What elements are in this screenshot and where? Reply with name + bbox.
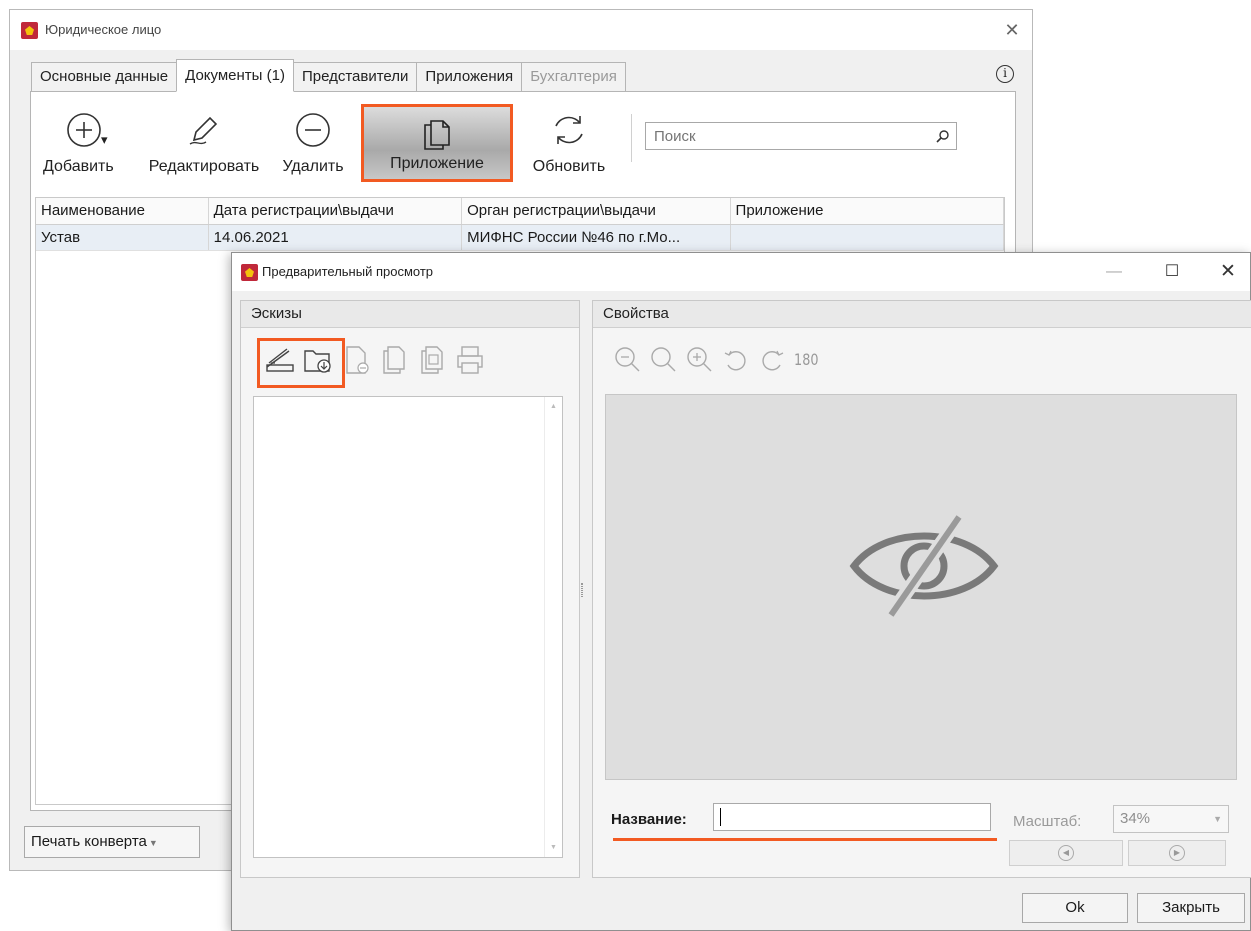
edit-label: Редактировать (148, 158, 260, 175)
toolbar: ▾ Добавить Редактировать Удалить Приложе… (39, 104, 999, 184)
app-logo-icon (21, 22, 38, 39)
toolbar-divider (631, 114, 632, 162)
tab-documents[interactable]: Документы (1) (176, 59, 294, 92)
title-bar: Юридическое лицо ✕ (10, 10, 1032, 50)
delete-button[interactable]: Удалить (275, 104, 351, 182)
ok-button[interactable]: Ok (1022, 893, 1128, 923)
search-box[interactable] (645, 122, 957, 150)
zoom-in-icon (683, 343, 717, 377)
app-logo-icon (241, 264, 258, 281)
dialog-title-bar: Предварительный просмотр — ☐ ✕ (232, 253, 1250, 291)
table-header: Наименование Дата регистрации\выдачи Орг… (36, 198, 1004, 225)
close-button[interactable]: Закрыть (1137, 893, 1245, 923)
eye-crossed-icon (849, 511, 999, 621)
properties-pane: Свойства 180 Название: Масштаб: 34% ▼ ◀ … (592, 300, 1251, 878)
add-button[interactable]: ▾ Добавить (39, 104, 129, 182)
refresh-label: Обновить (532, 158, 606, 175)
dialog-title: Предварительный просмотр (262, 264, 434, 279)
close-window-icon[interactable]: ✕ (1000, 18, 1024, 42)
close-dialog-icon[interactable]: ✕ (1210, 258, 1246, 286)
add-dropdown-icon[interactable]: ▾ (101, 132, 108, 148)
copy-page-icon (377, 343, 411, 377)
tab-bar: Основные данные Документы (1) Представит… (31, 59, 626, 92)
preview-dialog: Предварительный просмотр — ☐ ✕ Эскизы ▲ … (231, 252, 1251, 931)
minus-circle-icon (296, 113, 330, 147)
name-label: Название: (611, 811, 687, 828)
column-header-attachment[interactable]: Приложение (731, 198, 1004, 224)
resize-page-icon (415, 343, 449, 377)
scroll-up-icon[interactable]: ▲ (550, 403, 557, 410)
zoom-out-icon (611, 343, 645, 377)
attachment-label: Приложение (390, 155, 484, 172)
chevron-down-icon: ▼ (1213, 814, 1222, 824)
edit-button[interactable]: Редактировать (139, 104, 269, 182)
view-toolbar: 180 (611, 343, 822, 377)
tab-accounting: Бухгалтерия (521, 62, 626, 92)
column-header-name[interactable]: Наименование (36, 198, 209, 224)
delete-label: Удалить (282, 158, 344, 175)
table-row[interactable]: Устав 14.06.2021 МИФНС России №46 по г.М… (36, 225, 1004, 251)
text-cursor (720, 808, 721, 826)
scale-value: 34% (1120, 810, 1151, 827)
thumbnails-scrollbar[interactable]: ▲ ▼ (544, 397, 562, 857)
rotate-left-icon (719, 343, 753, 377)
pane-splitter[interactable] (581, 583, 583, 597)
window-title: Юридическое лицо (45, 22, 162, 37)
rotate-right-icon (755, 343, 789, 377)
properties-header: Свойства (593, 301, 1251, 328)
name-field[interactable] (713, 803, 991, 831)
print-icon (453, 343, 487, 377)
skip-forward-icon: ▶ (1169, 845, 1185, 861)
rotate-180-button: 180 (794, 350, 819, 369)
cell-name: Устав (36, 225, 209, 250)
chevron-down-icon: ▼ (148, 838, 158, 848)
refresh-button[interactable]: Обновить (529, 104, 609, 182)
pencil-icon (189, 116, 218, 145)
print-envelope-label: Печать конверта (31, 833, 147, 850)
cell-date: 14.06.2021 (209, 225, 463, 250)
scale-select: 34% ▼ (1113, 805, 1229, 833)
thumbnails-header: Эскизы (241, 301, 579, 328)
attachment-button[interactable]: Приложение (361, 104, 513, 182)
cell-attachment (731, 225, 1004, 250)
column-header-date[interactable]: Дата регистрации\выдачи (209, 198, 463, 224)
info-icon[interactable]: i (996, 65, 1014, 83)
name-field-highlight (613, 838, 997, 841)
scroll-down-icon[interactable]: ▼ (550, 844, 557, 851)
scan-import-highlight (257, 338, 345, 388)
thumbnails-pane: Эскизы ▲ ▼ (240, 300, 580, 878)
tab-representatives[interactable]: Представители (292, 62, 418, 92)
refresh-icon (555, 116, 583, 144)
minimize-icon[interactable]: — (1096, 258, 1132, 286)
search-input[interactable] (646, 123, 916, 149)
print-envelope-button[interactable]: Печать конверта ▼ (24, 826, 200, 858)
search-icon[interactable] (934, 128, 952, 146)
tab-attachments[interactable]: Приложения (416, 62, 523, 92)
zoom-fit-icon (647, 343, 681, 377)
skip-back-icon: ◀ (1058, 845, 1074, 861)
plus-circle-icon (67, 113, 101, 147)
maximize-icon[interactable]: ☐ (1154, 258, 1190, 286)
last-page-button: ▶ (1128, 840, 1226, 866)
tab-main-data[interactable]: Основные данные (31, 62, 178, 92)
add-label: Добавить (43, 158, 114, 175)
scale-label: Масштаб: (1013, 813, 1082, 830)
copy-pages-icon (424, 120, 450, 150)
first-page-button: ◀ (1009, 840, 1123, 866)
thumbnails-list[interactable]: ▲ ▼ (253, 396, 563, 858)
column-header-authority[interactable]: Орган регистрации\выдачи (462, 198, 731, 224)
preview-canvas (605, 394, 1237, 780)
cell-authority: МИФНС России №46 по г.Мо... (462, 225, 731, 250)
